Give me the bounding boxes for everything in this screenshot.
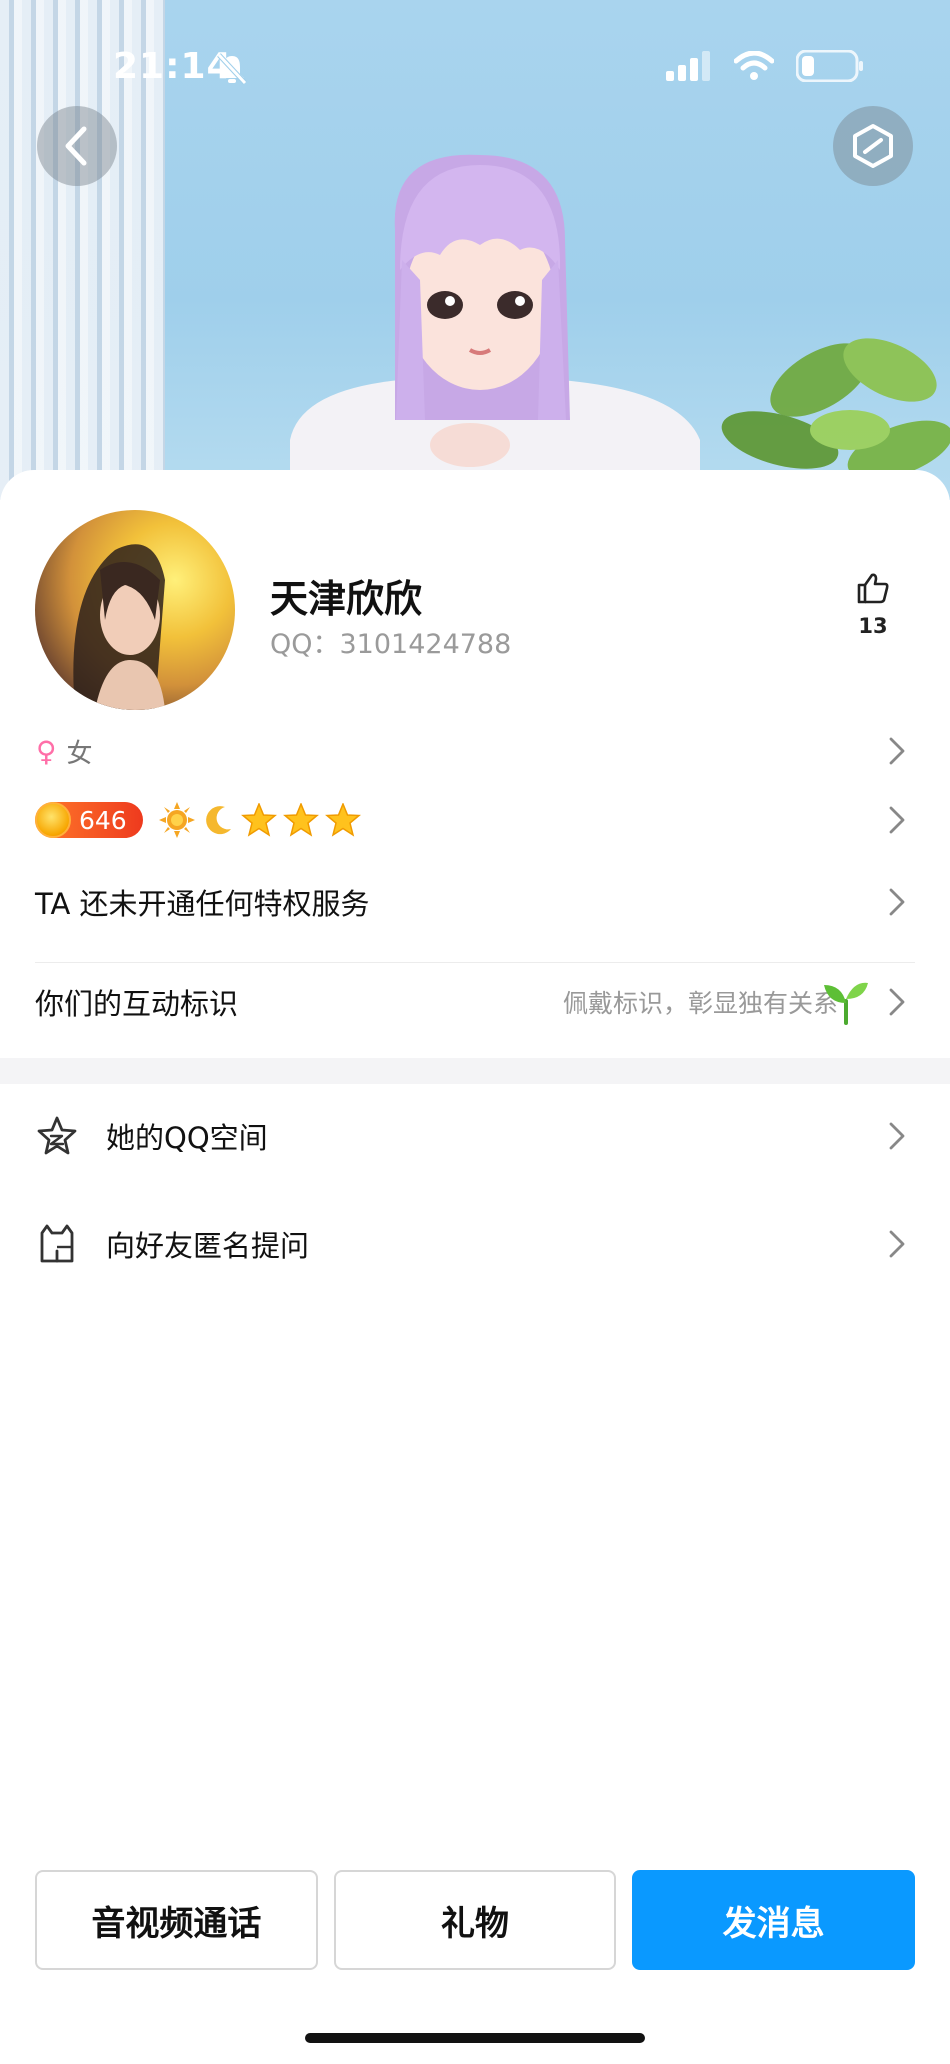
bottom-action-bar: 音视频通话 礼物 发消息 (35, 1870, 916, 1970)
chevron-right-icon (889, 1230, 905, 1258)
avatar-photo (73, 544, 165, 710)
video-call-button[interactable]: 音视频通话 (35, 1870, 318, 1970)
qzone-star-icon (36, 1115, 78, 1157)
star-icon (325, 803, 361, 837)
battery-icon (796, 50, 863, 82)
sprout-icon (824, 982, 868, 1025)
status-icons (666, 50, 864, 82)
bell-mute-icon (217, 53, 247, 85)
sun-icon (159, 802, 195, 838)
profile-skin-button[interactable] (833, 106, 913, 186)
like-button[interactable]: 13 (848, 572, 898, 638)
qzone-label: 她的QQ空间 (106, 1121, 268, 1155)
moon-icon (206, 806, 231, 835)
chevron-right-icon (889, 737, 905, 765)
qq-number: QQ：3101424788 (270, 629, 512, 660)
profile-cover: 21:14 (0, 0, 950, 500)
gender-label: 女 (66, 738, 93, 769)
cat-mailbox-icon (36, 1223, 78, 1265)
back-button[interactable] (37, 106, 117, 186)
wifi-icon (734, 51, 774, 80)
avatar[interactable] (35, 510, 235, 710)
gender-row[interactable]: ♀ 女 (0, 726, 950, 776)
interaction-tag-row[interactable]: 你们的互动标识 佩戴标识，彰显独有关系 (0, 954, 950, 1050)
anonymous-ask-row[interactable]: 向好友匿名提问 (0, 1192, 950, 1296)
chevron-right-icon (889, 806, 905, 834)
gender-icon: ♀ (36, 734, 57, 768)
star-icon (283, 803, 319, 837)
signal-icon (666, 51, 710, 81)
home-indicator[interactable] (305, 2033, 645, 2043)
like-count: 13 (858, 614, 888, 638)
profile-card: 天津欣欣 QQ：3101424788 13 ♀ 女 646 TA 还未开通任何特… (0, 470, 950, 2064)
privilege-row[interactable]: TA 还未开通任何特权服务 (0, 854, 950, 950)
qq-level-badge: 646 (35, 802, 143, 838)
privilege-label: TA 还未开通任何特权服务 (35, 887, 370, 921)
star-icon (241, 803, 277, 837)
level-icons (159, 802, 361, 838)
nickname: 天津欣欣 (270, 577, 423, 621)
anonymous-ask-label: 向好友匿名提问 (106, 1229, 310, 1263)
chevron-right-icon (889, 888, 905, 916)
send-message-button[interactable]: 发消息 (632, 1870, 916, 1970)
back-icon (65, 126, 87, 166)
section-separator (0, 1058, 950, 1084)
status-time: 21:14 (113, 46, 233, 87)
qzone-row[interactable]: 她的QQ空间 (0, 1084, 950, 1188)
level-coin-icon (35, 802, 71, 838)
level-row[interactable]: 646 (0, 796, 950, 844)
interaction-tag-hint: 佩戴标识，彰显独有关系 (562, 989, 838, 1018)
chevron-right-icon (889, 988, 905, 1016)
thumbs-up-icon (857, 573, 889, 604)
skin-icon (853, 124, 893, 168)
interaction-tag-label: 你们的互动标识 (35, 987, 239, 1021)
gift-button[interactable]: 礼物 (333, 1870, 617, 1970)
chevron-right-icon (889, 1122, 905, 1150)
level-number: 646 (79, 805, 127, 835)
